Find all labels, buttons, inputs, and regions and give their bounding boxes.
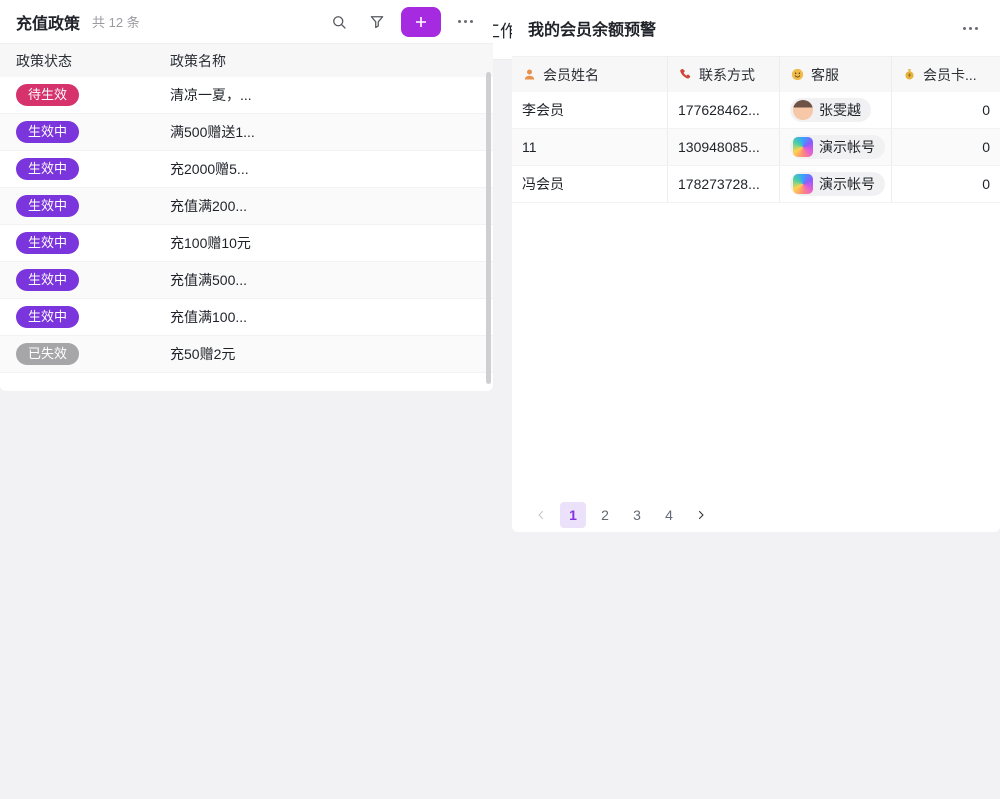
member-contact: 177628462... [668,92,780,128]
agent-tag: 演示帐号 [790,135,885,159]
table-row[interactable]: 生效中 充2000赠5... [0,151,493,188]
recharge-policy-title: 充值政策 [16,10,80,34]
member-name: 冯会员 [512,166,668,202]
status-badge: 已失效 [16,343,79,365]
status-badge: 生效中 [16,232,79,254]
policy-name: 充值满500... [154,270,493,290]
balance-col-card: 会员卡... [923,65,977,85]
pagination: 1 2 3 4 [528,502,714,528]
avatar [793,137,813,157]
table-row[interactable]: 生效中 充值满500... [0,262,493,299]
card-balance: 0 [892,92,1000,128]
pagination-page-3[interactable]: 3 [624,502,650,528]
pagination-page-2[interactable]: 2 [592,502,618,528]
status-badge: 生效中 [16,158,79,180]
more-options-icon[interactable] [451,8,479,36]
policy-col-name: 政策名称 [154,51,493,71]
policy-name: 充值满200... [154,196,493,216]
add-policy-button[interactable] [401,7,441,37]
balance-table-body: 李会员 177628462... 张雯越 0 11 130948085... 演… [512,92,1000,203]
table-row[interactable]: 已失效 充50赠2元 [0,336,493,373]
agent-tag: 张雯越 [790,98,871,122]
status-badge: 生效中 [16,121,79,143]
policy-name: 满500赠送1... [154,122,493,142]
policy-name: 充100赠10元 [154,233,493,253]
recharge-policy-count: 共 12 条 [92,12,140,31]
policy-table-header: 政策状态 政策名称 [0,44,493,77]
agent-name: 演示帐号 [819,174,875,194]
table-row[interactable]: 冯会员 178273728... 演示帐号 0 [512,166,1000,203]
agent-name: 张雯越 [819,100,861,120]
policy-name: 充值满100... [154,307,493,327]
pagination-prev-icon[interactable] [528,502,554,528]
phone-icon [678,67,693,82]
member-contact: 130948085... [668,129,780,165]
member-name: 11 [512,129,668,165]
table-row[interactable]: 11 130948085... 演示帐号 0 [512,129,1000,166]
filter-icon[interactable] [363,8,391,36]
avatar [793,100,813,120]
person-icon [522,67,537,82]
member-contact: 178273728... [668,166,780,202]
balance-col-contact: 联系方式 [699,65,755,85]
member-name: 李会员 [512,92,668,128]
table-row[interactable]: 生效中 满500赠送1... [0,114,493,151]
balance-warning-title: 我的会员余额预警 [528,16,656,40]
balance-table-header: 会员姓名 联系方式 客服 会员卡... [512,56,1000,92]
recharge-policy-card: 充值政策 共 12 条 政策状态 政策名称 待生效 清凉一夏，... 生效中 满… [0,0,493,391]
status-badge: 生效中 [16,306,79,328]
search-icon[interactable] [325,8,353,36]
policy-table-body: 待生效 清凉一夏，... 生效中 满500赠送1... 生效中 充2000赠5.… [0,77,493,373]
policy-name: 清凉一夏，... [154,85,493,105]
balance-warning-card: 我的会员余额预警 会员姓名 联系方式 客服 会员卡... 李会员 1776284… [512,0,1000,532]
money-bag-icon [902,67,917,82]
status-badge: 生效中 [16,195,79,217]
table-row[interactable]: 生效中 充值满100... [0,299,493,336]
policy-name: 充50赠2元 [154,344,493,364]
policy-table-scrollbar[interactable] [486,72,491,384]
smiley-icon [790,67,805,82]
table-row[interactable]: 李会员 177628462... 张雯越 0 [512,92,1000,129]
card-balance: 0 [892,129,1000,165]
avatar [793,174,813,194]
pagination-page-1[interactable]: 1 [560,502,586,528]
balance-col-name: 会员姓名 [543,65,599,85]
more-options-icon[interactable] [956,14,984,42]
pagination-next-icon[interactable] [688,502,714,528]
balance-col-agent: 客服 [811,65,839,85]
card-balance: 0 [892,166,1000,202]
pagination-page-4[interactable]: 4 [656,502,682,528]
policy-col-status: 政策状态 [0,51,154,71]
table-row[interactable]: 生效中 充100赠10元 [0,225,493,262]
policy-name: 充2000赠5... [154,159,493,179]
status-badge: 待生效 [16,84,79,106]
status-badge: 生效中 [16,269,79,291]
agent-name: 演示帐号 [819,137,875,157]
table-row[interactable]: 待生效 清凉一夏，... [0,77,493,114]
agent-tag: 演示帐号 [790,172,885,196]
table-row[interactable]: 生效中 充值满200... [0,188,493,225]
